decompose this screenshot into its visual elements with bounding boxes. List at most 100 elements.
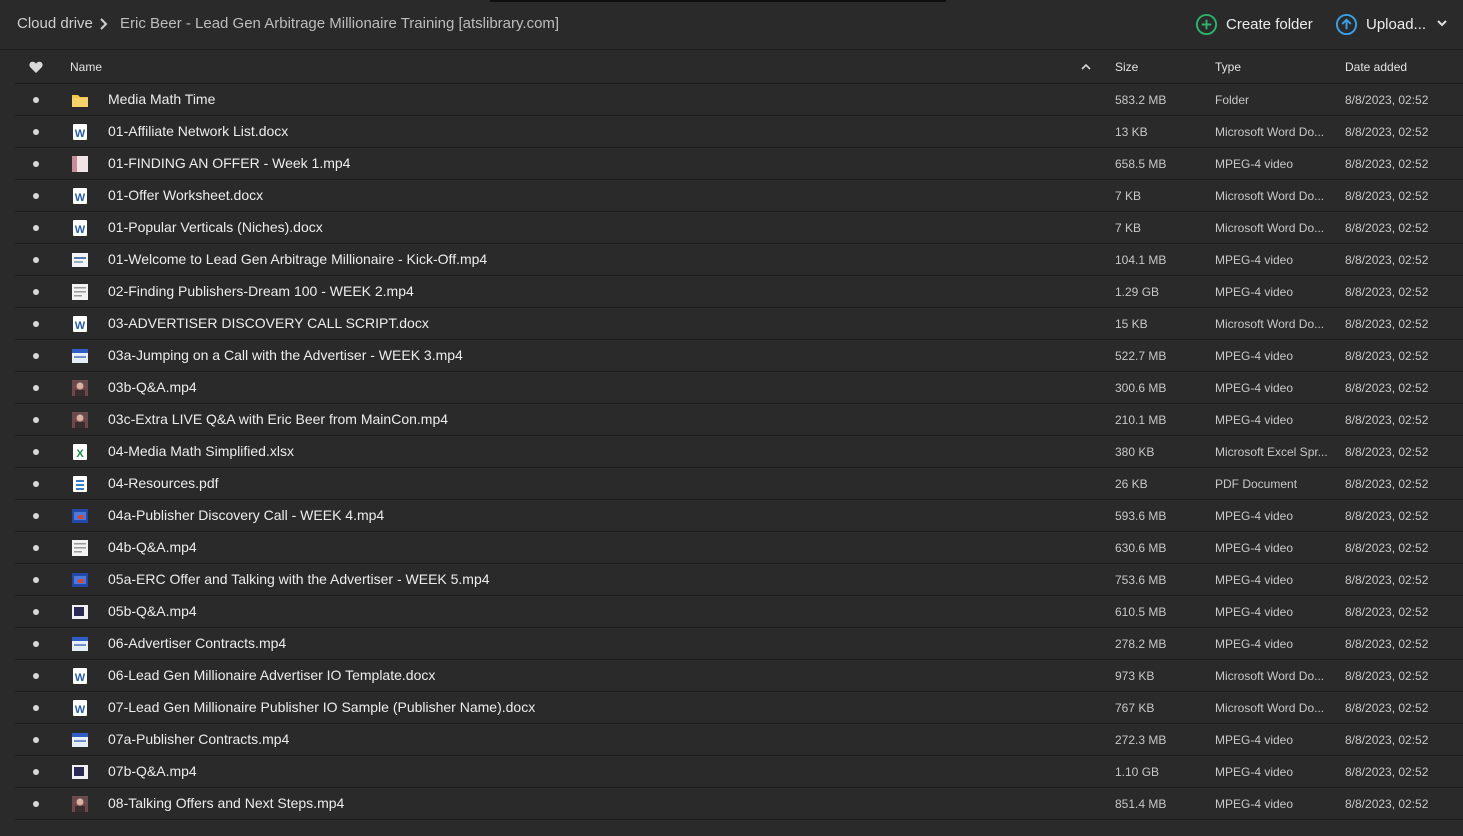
file-type: MPEG-4 video bbox=[1215, 381, 1294, 395]
file-type: Microsoft Word Do... bbox=[1215, 669, 1325, 683]
row-dot-icon[interactable] bbox=[33, 225, 39, 231]
heart-icon[interactable] bbox=[29, 61, 43, 74]
file-type: MPEG-4 video bbox=[1215, 509, 1294, 523]
file-size: 13 KB bbox=[1115, 125, 1148, 139]
row-dot-icon[interactable] bbox=[33, 513, 39, 519]
file-row[interactable]: 02-Finding Publishers-Dream 100 - WEEK 2… bbox=[15, 276, 1463, 308]
file-row[interactable]: 01-Welcome to Lead Gen Arbitrage Million… bbox=[15, 244, 1463, 276]
sort-ascending-icon[interactable] bbox=[1080, 62, 1092, 72]
file-name: 03a-Jumping on a Call with the Advertise… bbox=[108, 347, 463, 363]
video-thumbnail-icon bbox=[72, 156, 88, 172]
file-row[interactable]: 04a-Publisher Discovery Call - WEEK 4.mp… bbox=[15, 500, 1463, 532]
video-thumbnail-icon bbox=[72, 412, 88, 428]
create-folder-button[interactable]: Create folder bbox=[1195, 12, 1313, 36]
row-dot-icon[interactable] bbox=[33, 289, 39, 295]
row-dot-icon[interactable] bbox=[33, 545, 39, 551]
video-thumbnail-icon bbox=[72, 637, 88, 651]
upload-button[interactable]: Upload... bbox=[1335, 12, 1426, 36]
video-thumbnail-icon bbox=[72, 573, 88, 587]
file-type: Folder bbox=[1215, 93, 1250, 107]
file-row[interactable]: X 04-Media Math Simplified.xlsx 380 KB Micr… bbox=[15, 436, 1463, 468]
file-name: 01-FINDING AN OFFER - Week 1.mp4 bbox=[108, 155, 351, 171]
row-dot-icon[interactable] bbox=[33, 577, 39, 583]
row-dot-icon[interactable] bbox=[33, 353, 39, 359]
file-row[interactable]: 05b-Q&A.mp4 610.5 MB MPEG-4 video 8/8/2023,… bbox=[15, 596, 1463, 628]
column-header-size[interactable]: Size bbox=[1115, 60, 1138, 74]
word-doc-icon: W bbox=[73, 220, 87, 236]
row-dot-icon[interactable] bbox=[33, 801, 39, 807]
row-dot-icon[interactable] bbox=[33, 321, 39, 327]
file-row[interactable]: 08-Talking Offers and Next Steps.mp4 851.… bbox=[15, 788, 1463, 820]
file-size: 300.6 MB bbox=[1115, 381, 1167, 395]
video-thumbnail-icon bbox=[72, 380, 88, 396]
chevron-down-icon[interactable] bbox=[1436, 18, 1448, 28]
pdf-icon bbox=[73, 476, 87, 492]
file-row[interactable]: 06-Advertiser Contracts.mp4 278.2 MB MPEG-… bbox=[15, 628, 1463, 660]
file-type: MPEG-4 video bbox=[1215, 765, 1294, 779]
video-thumbnail-icon bbox=[72, 284, 88, 300]
row-dot-icon[interactable] bbox=[33, 161, 39, 167]
file-row[interactable]: W 01-Popular Verticals (Niches).docx 7 KB M… bbox=[15, 212, 1463, 244]
row-dot-icon[interactable] bbox=[33, 673, 39, 679]
row-dot-icon[interactable] bbox=[33, 609, 39, 615]
row-dot-icon[interactable] bbox=[33, 449, 39, 455]
chevron-right-icon bbox=[100, 18, 108, 30]
row-dot-icon[interactable] bbox=[33, 257, 39, 263]
upload-arrow-icon bbox=[1335, 13, 1358, 35]
file-row[interactable]: W 06-Lead Gen Millionaire Advertiser IO T… bbox=[15, 660, 1463, 692]
file-row[interactable]: W 03-ADVERTISER DISCOVERY CALL SCRIPT.doc… bbox=[15, 308, 1463, 340]
file-name: 01-Affiliate Network List.docx bbox=[108, 123, 289, 139]
column-header-date[interactable]: Date added bbox=[1345, 60, 1407, 74]
file-date-added: 8/8/2023, 02:52 bbox=[1345, 541, 1429, 555]
row-dot-icon[interactable] bbox=[33, 769, 39, 775]
file-row[interactable]: 07a-Publisher Contracts.mp4 272.3 MB MPEG-… bbox=[15, 724, 1463, 756]
file-type: Microsoft Word Do... bbox=[1215, 221, 1325, 235]
file-date-added: 8/8/2023, 02:52 bbox=[1345, 317, 1429, 331]
file-size: 767 KB bbox=[1115, 701, 1155, 715]
file-name: 04b-Q&A.mp4 bbox=[108, 539, 197, 555]
file-row[interactable]: 04-Resources.pdf 26 KB PDF Document 8/8/202… bbox=[15, 468, 1463, 500]
row-dot-icon[interactable] bbox=[33, 417, 39, 423]
row-dot-icon[interactable] bbox=[33, 193, 39, 199]
file-row[interactable]: Media Math Time 583.2 MB Folder 8/8/2023, 0… bbox=[15, 84, 1463, 116]
file-row[interactable]: 03b-Q&A.mp4 300.6 MB MPEG-4 video 8/8/2023,… bbox=[15, 372, 1463, 404]
column-header-type[interactable]: Type bbox=[1215, 60, 1241, 74]
row-dot-icon[interactable] bbox=[33, 97, 39, 103]
word-doc-icon: W bbox=[73, 316, 87, 332]
file-row[interactable]: 05a-ERC Offer and Talking with the Adver… bbox=[15, 564, 1463, 596]
breadcrumb-current-folder: Eric Beer - Lead Gen Arbitrage Millionai… bbox=[120, 15, 560, 32]
file-row[interactable]: 01-FINDING AN OFFER - Week 1.mp4 658.5 MB… bbox=[15, 148, 1463, 180]
svg-text:W: W bbox=[75, 704, 86, 716]
row-dot-icon[interactable] bbox=[33, 705, 39, 711]
file-size: 851.4 MB bbox=[1115, 797, 1167, 811]
file-row[interactable]: 04b-Q&A.mp4 630.6 MB MPEG-4 video 8/8/2023,… bbox=[15, 532, 1463, 564]
column-header-name[interactable]: Name bbox=[70, 60, 102, 74]
file-name: 08-Talking Offers and Next Steps.mp4 bbox=[108, 795, 345, 811]
file-date-added: 8/8/2023, 02:52 bbox=[1345, 765, 1429, 779]
file-row[interactable]: W 07-Lead Gen Millionaire Publisher IO Sa… bbox=[15, 692, 1463, 724]
file-row[interactable]: W 01-Offer Worksheet.docx 7 KB Microsoft Wo… bbox=[15, 180, 1463, 212]
file-row[interactable]: W 01-Affiliate Network List.docx 13 KB Micr… bbox=[15, 116, 1463, 148]
row-dot-icon[interactable] bbox=[33, 385, 39, 391]
file-size: 1.29 GB bbox=[1115, 285, 1160, 299]
file-row[interactable]: 03c-Extra LIVE Q&A with Eric Beer from M… bbox=[15, 404, 1463, 436]
file-type: Microsoft Word Do... bbox=[1215, 701, 1325, 715]
file-list-header: Name Size Type Date added bbox=[15, 52, 1463, 84]
file-name: 05a-ERC Offer and Talking with the Adver… bbox=[108, 571, 490, 587]
breadcrumb-cloud-drive[interactable]: Cloud drive bbox=[17, 15, 93, 32]
file-type: MPEG-4 video bbox=[1215, 413, 1294, 427]
file-name: 02-Finding Publishers-Dream 100 - WEEK 2… bbox=[108, 283, 414, 299]
row-dot-icon[interactable] bbox=[33, 641, 39, 647]
file-size: 104.1 MB bbox=[1115, 253, 1167, 267]
file-name: 05b-Q&A.mp4 bbox=[108, 603, 197, 619]
row-dot-icon[interactable] bbox=[33, 481, 39, 487]
file-row[interactable]: 07b-Q&A.mp4 1.10 GB MPEG-4 video 8/8/2023, … bbox=[15, 756, 1463, 788]
file-size: 278.2 MB bbox=[1115, 637, 1167, 651]
row-dot-icon[interactable] bbox=[33, 129, 39, 135]
excel-icon: X bbox=[73, 444, 87, 460]
file-size: 610.5 MB bbox=[1115, 605, 1167, 619]
file-name: 06-Lead Gen Millionaire Advertiser IO Te… bbox=[108, 667, 436, 683]
file-date-added: 8/8/2023, 02:52 bbox=[1345, 797, 1429, 811]
file-row[interactable]: 03a-Jumping on a Call with the Advertise… bbox=[15, 340, 1463, 372]
row-dot-icon[interactable] bbox=[33, 737, 39, 743]
